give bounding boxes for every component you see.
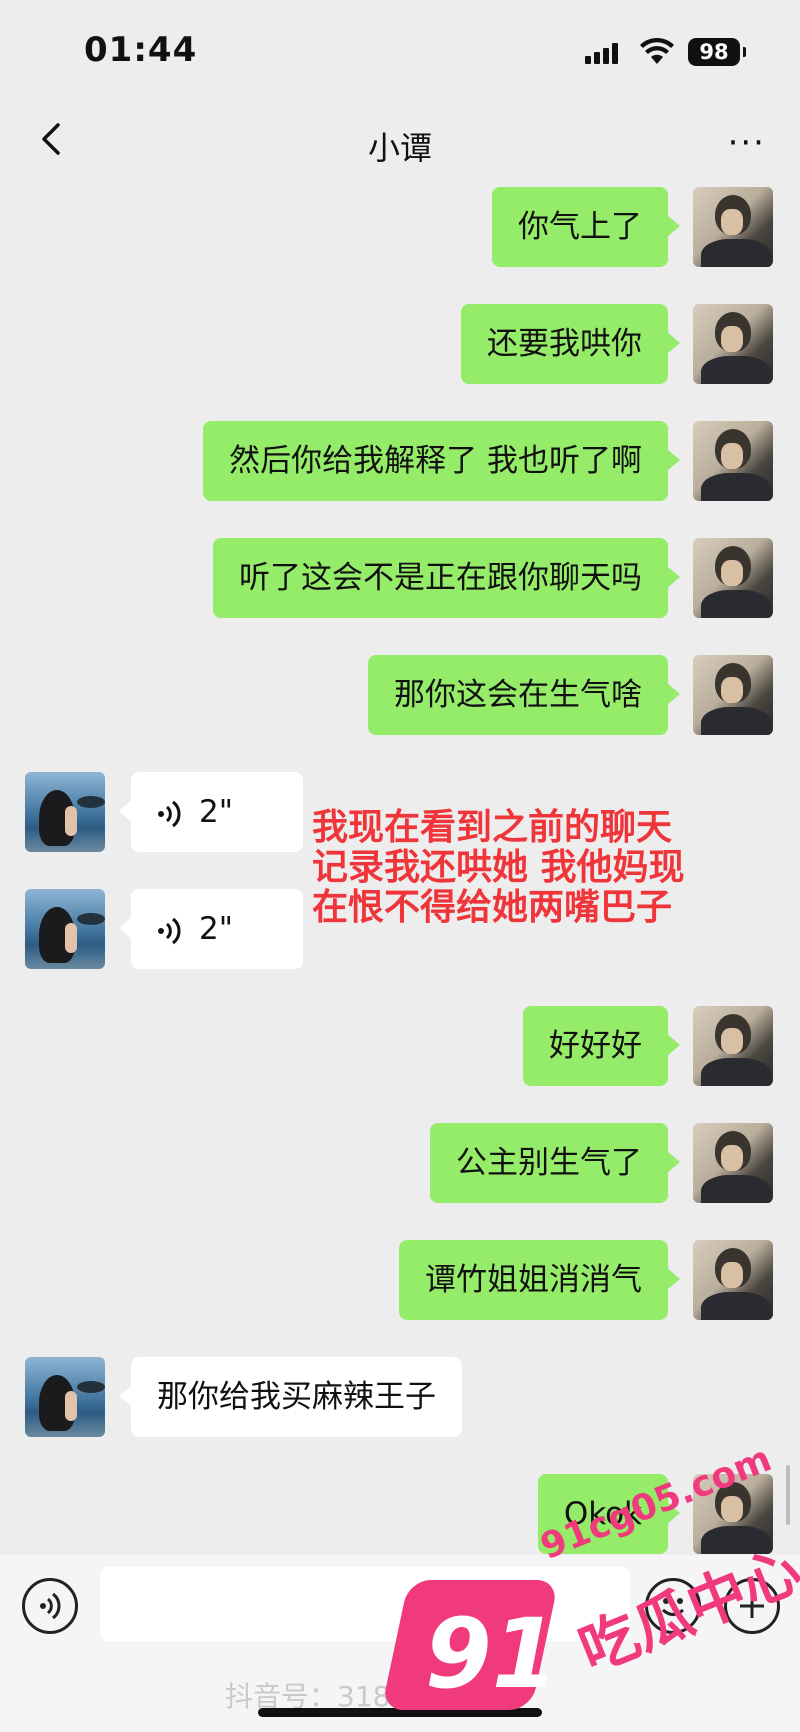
chat-header: 小谭 ··· — [0, 95, 800, 185]
message-row: 然后你给我解释了 我也听了啊 — [0, 421, 800, 503]
message-row: 那你这会在生气啥 — [0, 655, 800, 737]
my-avatar[interactable] — [693, 538, 773, 618]
more-icon[interactable]: ··· — [728, 123, 766, 163]
overlay-line: 在恨不得给她两嘴巴子 — [312, 887, 673, 928]
chat-title: 小谭 — [367, 129, 432, 167]
watermark-number: 91 — [425, 1598, 559, 1710]
message-bubble[interactable]: 公主别生气了 — [430, 1123, 680, 1203]
message-bubble[interactable]: 好好好 — [523, 1006, 680, 1086]
voice-wave-icon — [158, 800, 181, 827]
message-bubble[interactable]: 谭竹姐姐消消气 — [399, 1240, 680, 1320]
my-avatar[interactable] — [693, 187, 773, 267]
my-avatar[interactable] — [693, 1006, 773, 1086]
message-bubble[interactable]: 那你这会在生气啥 — [368, 655, 680, 735]
message-bubble[interactable]: 还要我哄你 — [461, 304, 680, 384]
message-bubble[interactable]: 听了这会不是正在跟你聊天吗 — [213, 538, 680, 618]
message-bubble[interactable]: 然后你给我解释了 我也听了啊 — [203, 421, 680, 501]
message-row: 你气上了 — [0, 187, 800, 269]
contact-avatar[interactable] — [25, 889, 105, 969]
contact-avatar[interactable] — [25, 1357, 105, 1437]
message-row: 好好好 — [0, 1006, 800, 1088]
message-row: 还要我哄你 — [0, 304, 800, 386]
overlay-line: 我现在看到之前的聊天 — [312, 807, 673, 848]
voice-duration: 2" — [199, 911, 233, 947]
message-bubble[interactable]: 那你给我买麻辣王子 — [119, 1357, 462, 1437]
message-row: 谭竹姐姐消消气 — [0, 1240, 800, 1322]
status-time: 01:44 — [84, 30, 198, 70]
contact-avatar[interactable] — [25, 772, 105, 852]
site-watermark: 91 91cg05.com 吃瓜中心 — [381, 1438, 800, 1732]
signal-icon — [585, 42, 623, 64]
my-avatar[interactable] — [693, 1123, 773, 1203]
message-bubble[interactable]: 你气上了 — [492, 187, 680, 267]
message-row: 公主别生气了 — [0, 1123, 800, 1205]
battery-icon: 98 — [688, 38, 746, 66]
status-bar: 01:44 98 — [0, 0, 800, 95]
message-row: 听了这会不是正在跟你聊天吗 — [0, 538, 800, 620]
voice-message-bubble[interactable]: 2" — [119, 889, 303, 969]
voice-wave-icon — [158, 917, 181, 944]
voice-input-icon[interactable] — [22, 1578, 78, 1634]
voice-duration: 2" — [199, 794, 233, 830]
scrollbar[interactable] — [786, 1465, 790, 1525]
my-avatar[interactable] — [693, 421, 773, 501]
my-avatar[interactable] — [693, 304, 773, 384]
overlay-line: 记录我还哄她 我他妈现 — [312, 847, 685, 888]
message-row: 那你给我买麻辣王子 — [0, 1357, 800, 1439]
my-avatar[interactable] — [693, 655, 773, 735]
overlay-caption: 我现在看到之前的聊天 记录我还哄她 我他妈现 在恨不得给她两嘴巴子 — [312, 808, 732, 928]
my-avatar[interactable] — [693, 1240, 773, 1320]
voice-message-bubble[interactable]: 2" — [119, 772, 303, 852]
wifi-icon — [640, 38, 674, 64]
